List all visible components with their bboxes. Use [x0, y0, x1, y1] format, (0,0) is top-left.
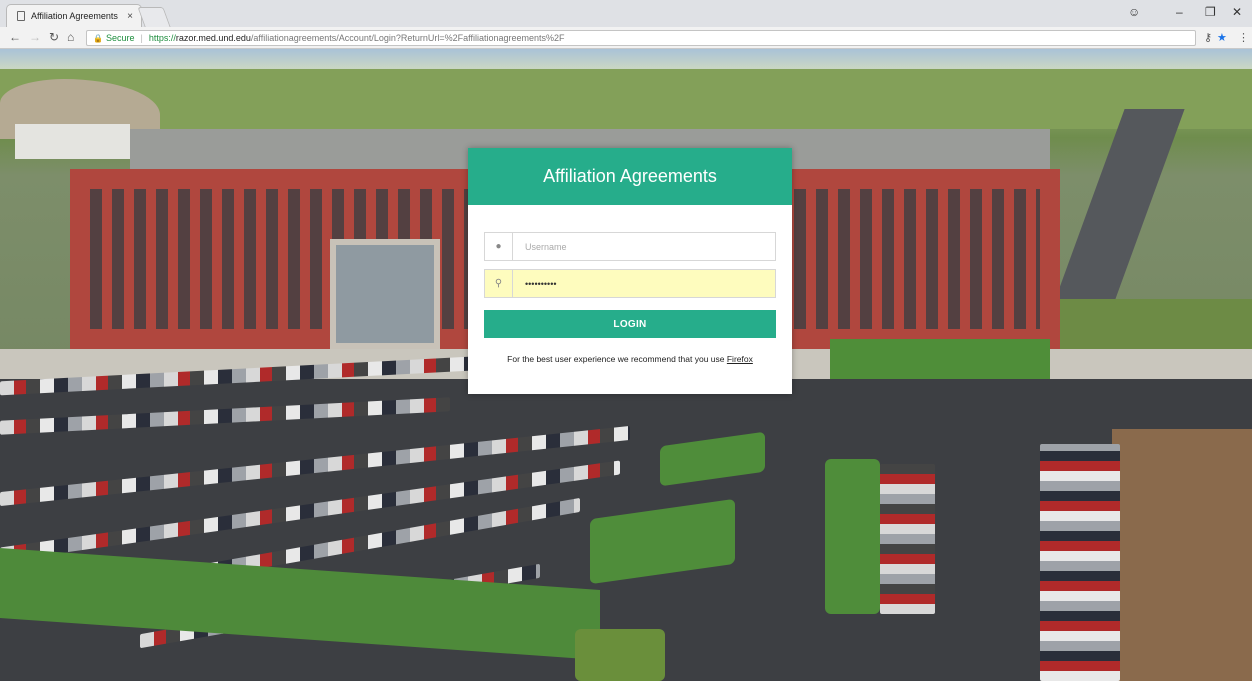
car-row — [1040, 444, 1120, 681]
login-title: Affiliation Agreements — [543, 166, 717, 186]
browser-toolbar: ← → ↻ ⌂ 🔒 Secure | https:// razor.med.un… — [0, 27, 1252, 49]
page-icon — [17, 11, 25, 21]
restore-icon[interactable]: ❐ — [1205, 5, 1216, 19]
browser-tab[interactable]: Affiliation Agreements × — [6, 4, 142, 27]
login-button[interactable]: LOGIN — [484, 310, 776, 338]
login-card: Affiliation Agreements ● ⚲ LOGIN For the… — [468, 148, 792, 394]
forward-arrow-icon[interactable]: → — [29, 30, 41, 44]
bookmark-star-icon[interactable]: ★ — [1217, 31, 1227, 44]
account-icon[interactable]: ☺ — [1128, 5, 1140, 19]
login-header: Affiliation Agreements — [468, 148, 792, 205]
user-icon: ● — [485, 233, 513, 260]
building-atrium — [330, 239, 440, 349]
key-extension-icon[interactable]: ⚷ — [1204, 31, 1212, 44]
distant-fields — [0, 69, 1252, 129]
car-row — [880, 464, 935, 614]
dirt-strip — [1112, 429, 1252, 681]
recommendation-text: For the best user experience we recommen… — [507, 354, 727, 364]
browser-tab-bar: Affiliation Agreements × ☺ – ❐ ✕ — [0, 0, 1252, 27]
password-field-group: ⚲ — [484, 269, 776, 298]
minimize-icon[interactable]: – — [1176, 5, 1183, 19]
address-separator: | — [140, 33, 143, 43]
tab-title: Affiliation Agreements — [31, 11, 118, 21]
secure-label: Secure — [105, 33, 135, 43]
window-close-icon[interactable]: ✕ — [1232, 5, 1242, 19]
side-building — [15, 124, 130, 159]
firefox-link[interactable]: Firefox — [727, 354, 753, 364]
new-tab-button[interactable] — [137, 7, 171, 27]
username-input[interactable] — [513, 233, 775, 260]
browser-recommendation: For the best user experience we recommen… — [468, 354, 792, 364]
back-arrow-icon[interactable]: ← — [9, 30, 21, 44]
menu-kebab-icon[interactable]: ⋮ — [1238, 31, 1249, 44]
reload-icon[interactable]: ↻ — [49, 30, 59, 44]
username-field-group: ● — [484, 232, 776, 261]
key-icon: ⚲ — [485, 270, 513, 297]
home-icon[interactable]: ⌂ — [67, 30, 74, 44]
url-scheme: https:// — [148, 33, 176, 43]
parking-island — [575, 629, 665, 681]
url-path: /affiliationagreements/Account/Login?Ret… — [250, 33, 565, 43]
parking-island — [825, 459, 880, 614]
address-bar[interactable]: 🔒 Secure | https:// razor.med.und.edu /a… — [86, 30, 1196, 46]
url-host: razor.med.und.edu — [175, 33, 251, 43]
password-input[interactable] — [513, 270, 775, 297]
tab-close-icon[interactable]: × — [127, 11, 133, 22]
lock-icon: 🔒 — [93, 33, 103, 43]
